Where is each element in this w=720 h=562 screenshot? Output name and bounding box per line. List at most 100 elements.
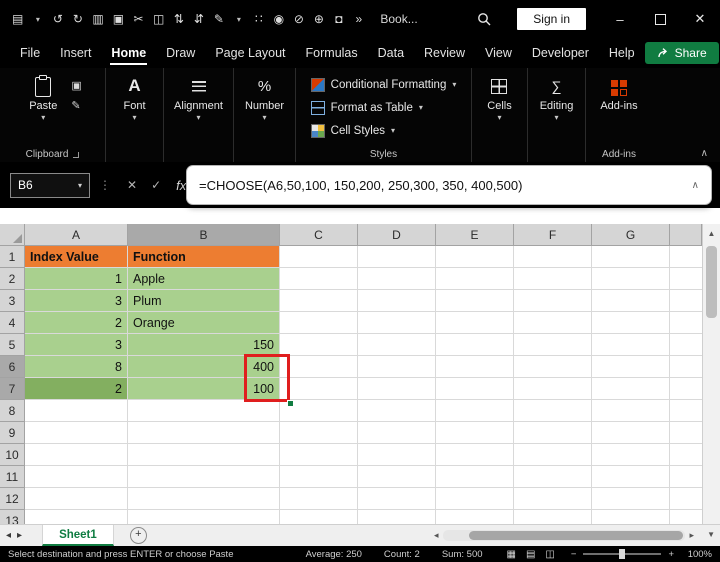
search-icon[interactable]: [477, 12, 491, 26]
copy-icon[interactable]: ▣: [71, 79, 81, 92]
cell-b7[interactable]: 100: [128, 378, 280, 400]
cell-g9[interactable]: [592, 422, 670, 444]
zoom-in-button[interactable]: +: [668, 549, 674, 560]
chart-icon[interactable]: ◫: [153, 12, 164, 26]
number-button[interactable]: % Number ▾: [239, 75, 290, 146]
cell-e6[interactable]: [436, 356, 514, 378]
row-header-4[interactable]: 4: [0, 312, 25, 334]
cell-a12[interactable]: [25, 488, 128, 510]
cell-b10[interactable]: [128, 444, 280, 466]
cell-b5[interactable]: 150: [128, 334, 280, 356]
addins-button[interactable]: Add-ins: [594, 75, 643, 146]
cell-d1[interactable]: [358, 246, 436, 268]
cell-e9[interactable]: [436, 422, 514, 444]
cell-b1[interactable]: Function: [128, 246, 280, 268]
cell-d13[interactable]: [358, 510, 436, 524]
cell-d3[interactable]: [358, 290, 436, 312]
cell-c1[interactable]: [280, 246, 358, 268]
zoom-out-button[interactable]: −: [571, 549, 577, 560]
tab-home[interactable]: Home: [101, 38, 156, 68]
format-painter-icon[interactable]: ✎: [213, 12, 224, 26]
column-header-a[interactable]: A: [25, 224, 128, 246]
column-header-f[interactable]: F: [514, 224, 592, 246]
conditional-formatting-button[interactable]: Conditional Formatting ▾: [311, 75, 457, 94]
cell-a3[interactable]: 3: [25, 290, 128, 312]
page-break-view-icon[interactable]: ◫: [545, 549, 554, 560]
cell-g8[interactable]: [592, 400, 670, 422]
sort-descending-icon[interactable]: ⇵: [193, 12, 204, 26]
cell-a8[interactable]: [25, 400, 128, 422]
enter-formula-button[interactable]: ✓: [151, 178, 161, 192]
zoom-level[interactable]: 100%: [682, 549, 712, 560]
cell-f7[interactable]: [514, 378, 592, 400]
cell-a10[interactable]: [25, 444, 128, 466]
cell-c5[interactable]: [280, 334, 358, 356]
cell-b9[interactable]: [128, 422, 280, 444]
share-button[interactable]: Share: [645, 42, 719, 64]
cell-e13[interactable]: [436, 510, 514, 524]
close-button[interactable]: ✕: [680, 0, 720, 38]
cell-g11[interactable]: [592, 466, 670, 488]
cell-c6[interactable]: [280, 356, 358, 378]
tab-draw[interactable]: Draw: [156, 38, 205, 68]
cell-a9[interactable]: [25, 422, 128, 444]
paste-button[interactable]: Paste ▾: [23, 75, 63, 146]
horizontal-scroll-track[interactable]: [443, 530, 686, 541]
cell-g4[interactable]: [592, 312, 670, 334]
previous-sheet-icon[interactable]: ◂: [0, 530, 17, 541]
horizontal-scrollbar[interactable]: ◂ ▸: [430, 528, 698, 542]
font-button[interactable]: A Font ▾: [117, 75, 151, 146]
cell-b13[interactable]: [128, 510, 280, 524]
scroll-right-icon[interactable]: ▸: [685, 530, 698, 541]
sign-in-button[interactable]: Sign in: [517, 8, 586, 30]
row-header-12[interactable]: 12: [0, 488, 25, 510]
cell-d9[interactable]: [358, 422, 436, 444]
row-header-9[interactable]: 9: [0, 422, 25, 444]
tab-developer[interactable]: Developer: [522, 38, 599, 68]
row-header-6[interactable]: 6: [0, 356, 25, 378]
insert-function-button[interactable]: fx: [176, 178, 186, 193]
cell-a11[interactable]: [25, 466, 128, 488]
tab-view[interactable]: View: [475, 38, 522, 68]
maximize-button[interactable]: [640, 0, 680, 38]
vertical-scroll-thumb[interactable]: [706, 246, 717, 318]
cell-f9[interactable]: [514, 422, 592, 444]
cell-c3[interactable]: [280, 290, 358, 312]
cancel-formula-button[interactable]: ✕: [127, 178, 137, 192]
row-header-1[interactable]: 1: [0, 246, 25, 268]
cell-f13[interactable]: [514, 510, 592, 524]
cell-d6[interactable]: [358, 356, 436, 378]
sheet-tab-sheet1[interactable]: Sheet1: [42, 525, 114, 546]
cell-f5[interactable]: [514, 334, 592, 356]
cell-e10[interactable]: [436, 444, 514, 466]
cell-f12[interactable]: [514, 488, 592, 510]
scroll-left-icon[interactable]: ◂: [430, 530, 443, 541]
select-all-button[interactable]: [0, 224, 25, 246]
cell-c12[interactable]: [280, 488, 358, 510]
cell-d2[interactable]: [358, 268, 436, 290]
row-header-7[interactable]: 7: [0, 378, 25, 400]
redo-icon[interactable]: ↻: [72, 12, 83, 26]
cell-d12[interactable]: [358, 488, 436, 510]
cell-b12[interactable]: [128, 488, 280, 510]
dots-grid-icon[interactable]: ∷: [253, 12, 264, 26]
zoom-slider[interactable]: [583, 553, 661, 555]
cell-c9[interactable]: [280, 422, 358, 444]
record-icon[interactable]: ◉: [273, 12, 284, 26]
next-sheet-icon[interactable]: ▸: [17, 530, 28, 541]
cell-d11[interactable]: [358, 466, 436, 488]
cell-b4[interactable]: Orange: [128, 312, 280, 334]
overflow-icon[interactable]: »: [353, 12, 364, 26]
row-header-8[interactable]: 8: [0, 400, 25, 422]
vertical-scrollbar[interactable]: ▲: [702, 224, 720, 524]
fill-handle[interactable]: [287, 400, 294, 407]
cell-g2[interactable]: [592, 268, 670, 290]
paste-icon[interactable]: ▥: [92, 12, 103, 26]
row-header-2[interactable]: 2: [0, 268, 25, 290]
dialog-launcher-icon[interactable]: [73, 152, 79, 158]
cell-c13[interactable]: [280, 510, 358, 524]
cell-c10[interactable]: [280, 444, 358, 466]
name-box[interactable]: B6 ▾: [10, 173, 90, 198]
cell-e12[interactable]: [436, 488, 514, 510]
cell-styles-button[interactable]: Cell Styles ▾: [311, 121, 457, 140]
